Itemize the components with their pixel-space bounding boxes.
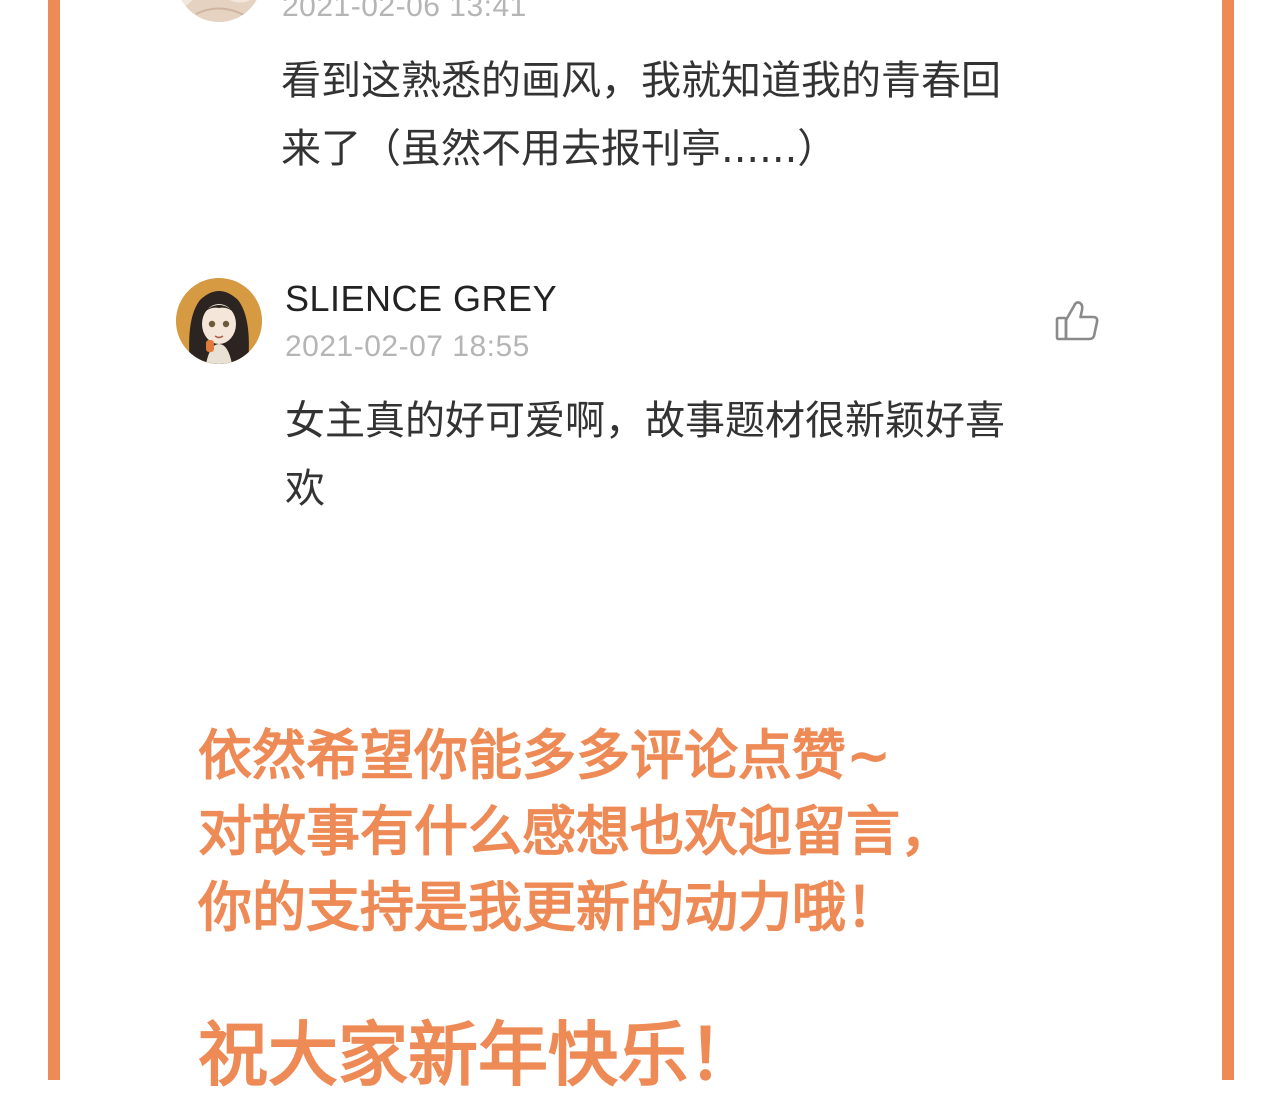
notice-message: 依然希望你能多多评论点赞~ 对故事有什么感想也欢迎留言， 你的支持是我更新的动力… <box>198 718 954 946</box>
comment-timestamp: 2021-02-07 18:55 <box>285 330 530 363</box>
comment-username[interactable]: SLIENCE GREY <box>285 278 557 320</box>
comment-text-line: 来了（虽然不用去报刊亭......） <box>281 126 838 172</box>
thumbs-up-icon-svg <box>1055 301 1099 341</box>
thumbs-up-icon[interactable] <box>1052 298 1102 346</box>
avatar[interactable] <box>176 278 262 364</box>
notice-line: 你的支持是我更新的动力哦！ <box>198 876 900 939</box>
comment-text-line: 看到这熟悉的画风，我就知道我的青春回 <box>281 58 1001 104</box>
comment-text: 女主真的好可爱啊，故事题材很新颖好喜 欢 <box>285 387 1005 523</box>
comment-timestamp: 2021-02-06 13:41 <box>282 0 527 23</box>
card-border-right <box>1222 0 1234 1080</box>
card-border-left <box>48 0 60 1080</box>
notice-line: 依然希望你能多多评论点赞~ <box>198 724 892 787</box>
comment-text-line: 女主真的好可爱啊，故事题材很新颖好喜 <box>285 398 1005 444</box>
comment-text: 看到这熟悉的画风，我就知道我的青春回 来了（虽然不用去报刊亭......） <box>281 47 1001 183</box>
greeting-text: 祝大家新年快乐！ <box>198 1014 758 1096</box>
avatar-image <box>176 278 262 364</box>
page-frame: 2021-02-06 13:41 看到这熟悉的画风，我就知道我的青春回 来了（虽… <box>0 0 1280 1096</box>
notice-line: 对故事有什么感想也欢迎留言， <box>198 800 954 863</box>
comment-text-line: 欢 <box>285 466 325 512</box>
